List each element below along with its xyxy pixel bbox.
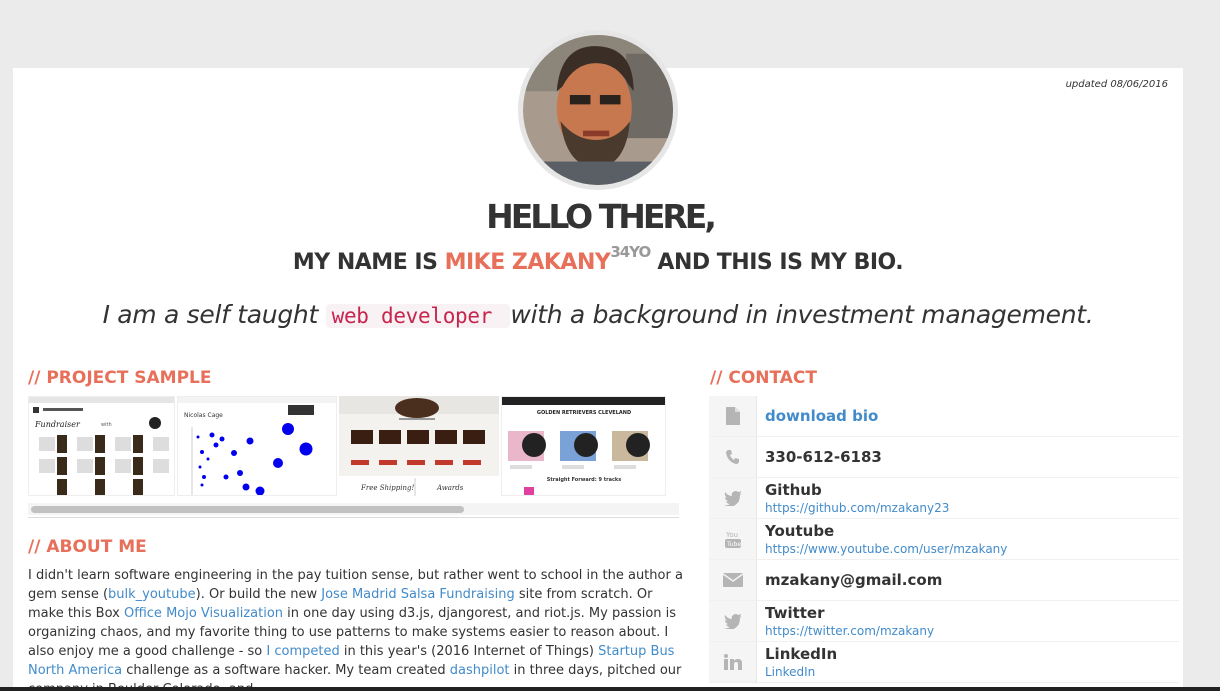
phone-number: 330-612-6183 xyxy=(765,447,882,466)
phone-icon xyxy=(709,437,757,477)
bottom-edge xyxy=(0,687,1220,691)
thumb1-sub: with xyxy=(101,422,112,428)
contact-linkedin[interactable]: LinkedIn LinkedIn xyxy=(709,642,1179,683)
svg-text:Tube: Tube xyxy=(726,541,741,548)
contact-title: // CONTACT xyxy=(710,368,817,388)
project-thumb-golden-retrievers[interactable]: GOLDEN RETRIEVERS CLEVELAND Straight For… xyxy=(501,396,666,496)
youtube-label: Youtube xyxy=(765,521,835,540)
tagline-pre: I am a self taught xyxy=(102,300,326,329)
carousel-scrollbar-thumb[interactable] xyxy=(31,506,464,513)
twitter-link[interactable]: https://twitter.com/mzakany xyxy=(765,623,934,639)
github-label: Github xyxy=(765,480,822,499)
person-name: MIKE ZAKANY xyxy=(444,250,611,275)
about-paragraph: I didn't learn software engineering in t… xyxy=(28,566,688,691)
twitter-bird-icon xyxy=(709,478,757,518)
contact-twitter[interactable]: Twitter https://twitter.com/mzakany xyxy=(709,601,1179,642)
about-text-6: challenge as a software hacker. My team … xyxy=(122,663,450,678)
email-address[interactable]: mzakany@gmail.com xyxy=(765,571,942,590)
link-dashpilot[interactable]: dashpilot xyxy=(450,663,510,678)
name-heading: MY NAME IS MIKE ZAKANY34YO AND THIS IS M… xyxy=(0,243,1196,275)
tagline-code: web developer xyxy=(325,304,511,328)
file-icon xyxy=(709,396,757,436)
about-text-2: ). Or build the new xyxy=(195,587,322,602)
twitter-bird-icon xyxy=(709,601,757,641)
age-badge: 34YO xyxy=(610,243,651,261)
contact-phone[interactable]: 330-612-6183 xyxy=(709,437,1179,478)
contact-download-bio[interactable]: download bio xyxy=(709,396,1179,437)
svg-text:You: You xyxy=(725,531,738,539)
link-bulk-youtube[interactable]: bulk_youtube xyxy=(108,587,196,602)
contact-list: download bio 330-612-6183 Github https:/… xyxy=(709,396,1179,683)
avatar-portrait-image xyxy=(523,35,673,185)
thumb3-heading: Free Shipping! xyxy=(360,484,414,492)
download-bio-link[interactable]: download bio xyxy=(765,407,878,426)
name-suffix: AND THIS IS MY BIO. xyxy=(650,250,904,275)
link-i-competed[interactable]: I competed xyxy=(266,644,339,659)
about-text-5: in this year's (2016 Internet of Things) xyxy=(339,644,599,659)
thumb3-sub: Awards xyxy=(436,484,464,492)
thumb2-heading: Nicolas Cage xyxy=(184,412,223,419)
project-thumb-nicolas-cage[interactable]: Nicolas Cage xyxy=(177,396,337,496)
linkedin-label: LinkedIn xyxy=(765,644,838,663)
envelope-icon xyxy=(709,560,757,600)
youtube-link[interactable]: https://www.youtube.com/user/mzakany xyxy=(765,541,1007,557)
linkedin-icon xyxy=(709,642,757,682)
contact-email[interactable]: mzakany@gmail.com xyxy=(709,560,1179,601)
thumb1-heading: Fundraiser xyxy=(34,420,81,429)
contact-youtube[interactable]: You Tube Youtube https://www.youtube.com/… xyxy=(709,519,1179,560)
project-sample-title: // PROJECT SAMPLE xyxy=(28,368,212,388)
project-thumb-salsa-store[interactable]: Free Shipping! Awards xyxy=(339,396,499,496)
tagline: I am a self taught web developer with a … xyxy=(0,300,1196,329)
contact-github[interactable]: Github https://github.com/mzakany23 xyxy=(709,478,1179,519)
github-link[interactable]: https://github.com/mzakany23 xyxy=(765,500,949,516)
project-thumb-salsa-fundraising[interactable]: Fundraiser with xyxy=(28,396,175,496)
thumb4-sub: Straight Forward: 9 tracks xyxy=(547,477,621,483)
carousel-scrollbar[interactable] xyxy=(28,503,679,515)
hello-heading: HELLO THERE, xyxy=(486,197,717,236)
thumb4-heading: GOLDEN RETRIEVERS CLEVELAND xyxy=(537,410,631,416)
project-carousel[interactable]: Fundraiser with Nicolas Cage Free Shippi… xyxy=(28,396,679,518)
tagline-post: with a background in investment manageme… xyxy=(510,300,1094,329)
about-me-title: // ABOUT ME xyxy=(28,537,147,557)
name-prefix: MY NAME IS xyxy=(292,250,445,275)
youtube-icon: You Tube xyxy=(709,519,757,559)
avatar xyxy=(518,30,678,190)
link-salsa-fundraising[interactable]: Jose Madrid Salsa Fundraising xyxy=(321,587,514,602)
linkedin-link[interactable]: LinkedIn xyxy=(765,664,837,680)
twitter-label: Twitter xyxy=(765,603,825,622)
link-box-office-mojo[interactable]: Office Mojo Visualization xyxy=(124,606,283,621)
updated-date: updated 08/06/2016 xyxy=(1065,79,1168,90)
